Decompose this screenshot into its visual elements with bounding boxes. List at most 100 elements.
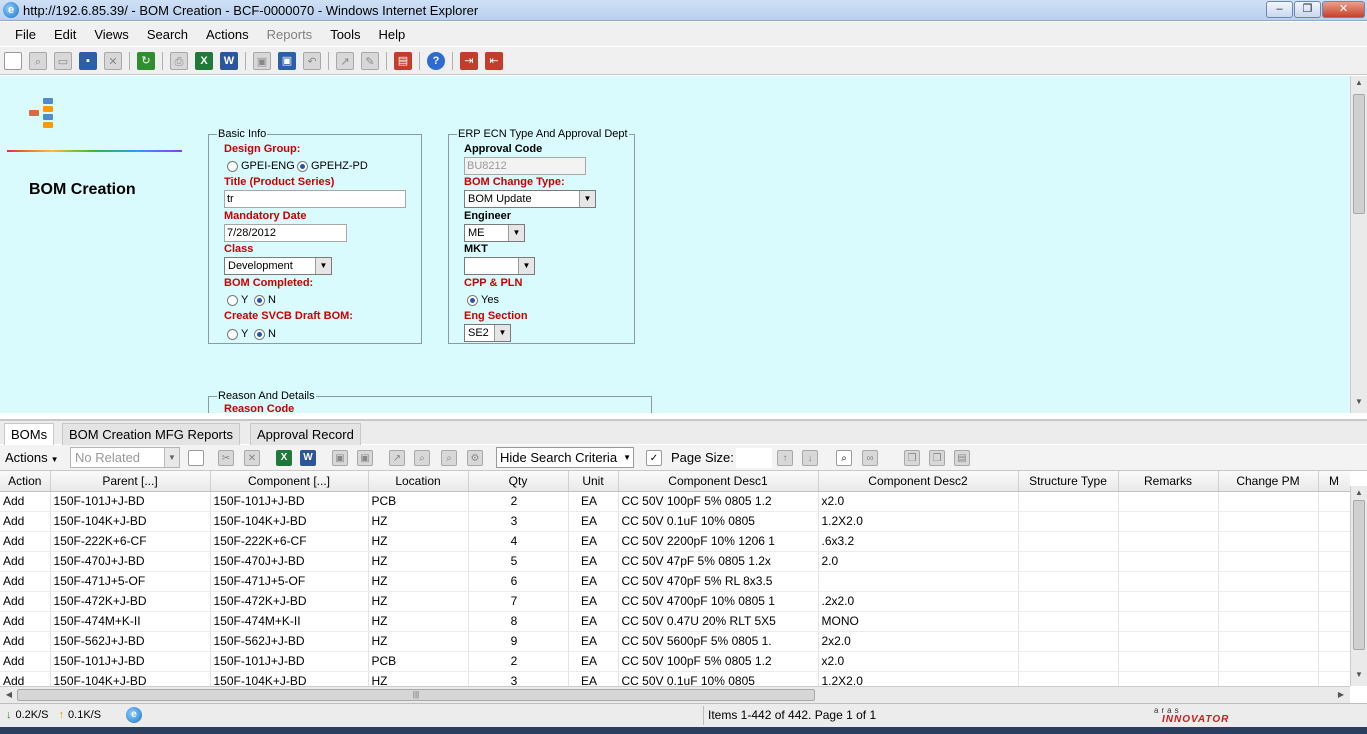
scroll-up-icon[interactable]: ▲ bbox=[1351, 78, 1367, 92]
menu-edit[interactable]: Edit bbox=[45, 27, 85, 42]
table-cell[interactable]: 150F-104K+J-BD bbox=[210, 511, 369, 532]
engineer-select[interactable]: ME ▼ bbox=[464, 224, 525, 242]
related-select[interactable]: No Related ▼ bbox=[70, 447, 180, 468]
table-cell[interactable]: Add bbox=[0, 551, 51, 572]
table-cell[interactable]: .2x2.0 bbox=[818, 591, 1019, 612]
menu-help[interactable]: Help bbox=[370, 27, 415, 42]
table-cell[interactable]: HZ bbox=[368, 551, 469, 572]
table-cell[interactable]: 150F-101J+J-BD bbox=[210, 491, 369, 512]
column-header[interactable]: Location bbox=[368, 471, 469, 492]
table-cell[interactable] bbox=[1118, 571, 1219, 592]
search-document-icon[interactable]: ⌕ bbox=[836, 450, 852, 466]
table-cell[interactable] bbox=[1018, 571, 1119, 592]
table-cell[interactable]: 1.2X2.0 bbox=[818, 511, 1019, 532]
table-cell[interactable] bbox=[1218, 611, 1319, 632]
table-row[interactable]: Add 150F-474M+K-II 150F-474M+K-II HZ 8 EA CC 5… bbox=[0, 611, 1350, 632]
sort-ascending-icon[interactable]: ↑ bbox=[777, 450, 793, 466]
table-cell[interactable]: EA bbox=[568, 591, 619, 612]
clear-search-icon[interactable]: ⌕ bbox=[441, 450, 457, 466]
table-cell[interactable]: EA bbox=[568, 531, 619, 552]
promote-icon[interactable]: ↗ bbox=[336, 51, 354, 70]
class-select[interactable]: Development ▼ bbox=[224, 257, 332, 275]
tab-boms[interactable]: BOMs bbox=[4, 423, 55, 446]
design-group-radio-gpei[interactable]: GPEI-ENG bbox=[227, 160, 295, 172]
table-cell[interactable]: 3 bbox=[468, 671, 569, 686]
page-size-input[interactable] bbox=[736, 448, 772, 468]
table-cell[interactable]: Add bbox=[0, 591, 51, 612]
table-cell[interactable]: 150F-104K+J-BD bbox=[210, 671, 369, 686]
copy-icon[interactable]: ❐ bbox=[904, 450, 920, 466]
table-cell[interactable] bbox=[1318, 611, 1350, 632]
paste-icon[interactable]: ❐ bbox=[929, 450, 945, 466]
column-header[interactable]: Component [...] bbox=[210, 471, 369, 492]
scroll-thumb[interactable] bbox=[1353, 500, 1365, 650]
column-header[interactable]: Remarks bbox=[1118, 471, 1219, 492]
revise-icon[interactable]: ✎ bbox=[361, 51, 379, 70]
table-cell[interactable]: x2.0 bbox=[818, 651, 1019, 672]
grid-vertical-scrollbar[interactable]: ▲ ▼ bbox=[1350, 486, 1367, 686]
menu-search[interactable]: Search bbox=[138, 27, 197, 42]
table-cell[interactable] bbox=[1218, 591, 1319, 612]
table-row[interactable]: Add 150F-104K+J-BD 150F-104K+J-BD HZ 3 EA CC 5… bbox=[0, 511, 1350, 532]
word-export-icon[interactable]: W bbox=[220, 51, 238, 70]
form-scrollbar[interactable]: ▲ ▼ bbox=[1350, 76, 1367, 413]
table-cell[interactable]: Add bbox=[0, 571, 51, 592]
report-icon[interactable]: ▤ bbox=[394, 51, 412, 70]
table-cell[interactable] bbox=[1218, 491, 1319, 512]
table-cell[interactable]: CC 50V 5600pF 5% 0805 1. bbox=[618, 631, 819, 652]
table-cell[interactable]: CC 50V 47pF 5% 0805 1.2x bbox=[618, 551, 819, 572]
design-group-radio-gpehz[interactable]: GPEHZ-PD bbox=[297, 160, 368, 172]
table-cell[interactable] bbox=[1218, 631, 1319, 652]
table-row[interactable]: Add 150F-472K+J-BD 150F-472K+J-BD HZ 7 EA CC 5… bbox=[0, 591, 1350, 612]
table-cell[interactable]: HZ bbox=[368, 511, 469, 532]
table-cell[interactable]: PCB bbox=[368, 491, 469, 512]
table-cell[interactable]: 150F-471J+5-OF bbox=[50, 571, 211, 592]
table-cell[interactable]: 150F-101J+J-BD bbox=[50, 651, 211, 672]
table-cell[interactable] bbox=[1218, 571, 1319, 592]
table-cell[interactable]: EA bbox=[568, 571, 619, 592]
promote-icon[interactable]: ↗ bbox=[389, 450, 405, 466]
table-cell[interactable] bbox=[1118, 631, 1219, 652]
table-cell[interactable]: HZ bbox=[368, 571, 469, 592]
menu-file[interactable]: File bbox=[6, 27, 45, 42]
table-cell[interactable] bbox=[1118, 591, 1219, 612]
table-cell[interactable] bbox=[1218, 671, 1319, 686]
table-cell[interactable]: 150F-222K+6-CF bbox=[50, 531, 211, 552]
scroll-left-icon[interactable]: ◀ bbox=[2, 688, 16, 702]
table-cell[interactable]: EA bbox=[568, 511, 619, 532]
sort-descending-icon[interactable]: ↓ bbox=[802, 450, 818, 466]
table-cell[interactable]: 7 bbox=[468, 591, 569, 612]
unlock-icon[interactable]: ▣ bbox=[278, 51, 296, 70]
table-cell[interactable] bbox=[1018, 511, 1119, 532]
bom-completed-radio-n[interactable]: N bbox=[254, 294, 276, 306]
column-header[interactable]: Change PM bbox=[1218, 471, 1319, 492]
table-cell[interactable] bbox=[1218, 531, 1319, 552]
table-cell[interactable]: EA bbox=[568, 491, 619, 512]
logout-icon[interactable]: ⇥ bbox=[460, 51, 478, 70]
table-cell[interactable]: EA bbox=[568, 671, 619, 686]
exit-icon[interactable]: ⇤ bbox=[485, 51, 503, 70]
column-header[interactable]: Component Desc1 bbox=[618, 471, 819, 492]
table-cell[interactable]: HZ bbox=[368, 611, 469, 632]
table-cell[interactable] bbox=[1218, 651, 1319, 672]
table-cell[interactable] bbox=[1018, 551, 1119, 572]
table-cell[interactable]: 150F-222K+6-CF bbox=[210, 531, 369, 552]
table-cell[interactable]: 3 bbox=[468, 511, 569, 532]
table-cell[interactable] bbox=[818, 571, 1019, 592]
menu-tools[interactable]: Tools bbox=[321, 27, 369, 42]
pick-related-icon[interactable]: ✂ bbox=[218, 450, 234, 466]
table-cell[interactable]: 150F-474M+K-II bbox=[50, 611, 211, 632]
mandatory-date-input[interactable]: 7/28/2012 bbox=[224, 224, 347, 242]
excel-export-icon[interactable]: X bbox=[195, 51, 213, 70]
table-cell[interactable] bbox=[1018, 631, 1119, 652]
mkt-select[interactable]: ▼ bbox=[464, 257, 535, 275]
actions-menu[interactable]: Actions ▼ bbox=[5, 450, 59, 465]
table-cell[interactable] bbox=[1318, 571, 1350, 592]
column-header[interactable]: Unit bbox=[568, 471, 619, 492]
menu-views[interactable]: Views bbox=[85, 27, 137, 42]
clipboard-icon[interactable]: ▤ bbox=[954, 450, 970, 466]
save-icon[interactable]: ▪ bbox=[79, 51, 97, 70]
table-cell[interactable] bbox=[1218, 511, 1319, 532]
table-cell[interactable]: 2 bbox=[468, 651, 569, 672]
word-export-icon[interactable]: W bbox=[300, 450, 316, 466]
